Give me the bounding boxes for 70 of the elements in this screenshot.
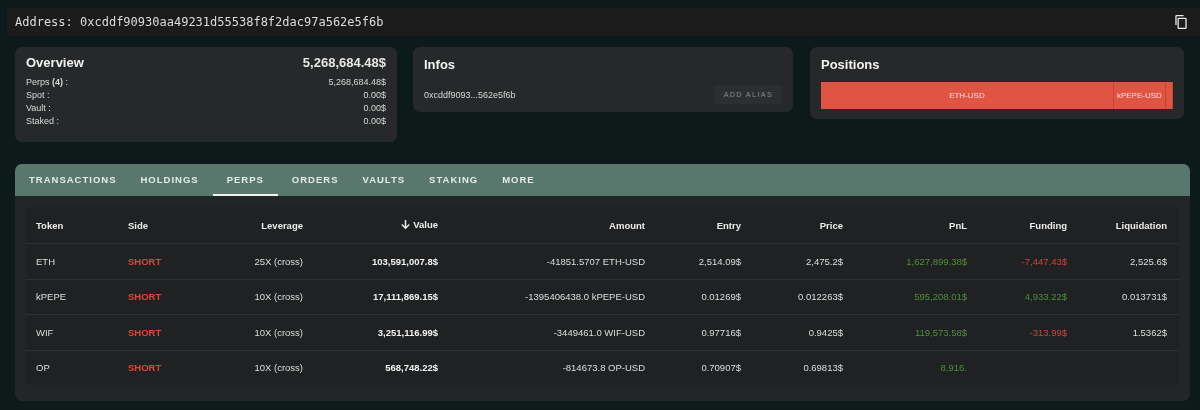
row-label: Perps (4) : bbox=[26, 76, 69, 89]
column-header[interactable]: Funding bbox=[1029, 219, 1067, 231]
table-cell: -1395406438.0 kPEPE-USD bbox=[525, 291, 645, 303]
row-value: 0.00$ bbox=[363, 89, 386, 102]
column-header[interactable]: Token bbox=[36, 219, 64, 231]
column-header[interactable]: Liquidation bbox=[1115, 219, 1167, 231]
table-cell: 595,208.01$ bbox=[914, 291, 967, 303]
tab[interactable]: STAKING bbox=[419, 164, 489, 196]
table-cell: 1,627,899.38$ bbox=[906, 255, 967, 267]
card-title: Positions bbox=[821, 57, 880, 72]
table-cell: 0.69813$ bbox=[803, 362, 843, 374]
table-cell: SHORT bbox=[128, 326, 162, 338]
card-title: Overview bbox=[26, 55, 84, 70]
table-cell: -7,447.43$ bbox=[1021, 255, 1067, 267]
tab[interactable]: TRANSACTIONS bbox=[19, 164, 127, 196]
table-cell: 0.013731$ bbox=[1122, 291, 1167, 303]
tab[interactable]: MORE bbox=[492, 164, 545, 196]
table-cell: -814673.8 OP-USD bbox=[562, 362, 645, 374]
table-cell: 25X (cross) bbox=[254, 255, 303, 267]
tab[interactable]: VAULTS bbox=[352, 164, 416, 196]
total-value: 5,268,684.48$ bbox=[302, 55, 386, 70]
table-cell: ETH bbox=[36, 255, 55, 267]
table-cell: 3,251,116.99$ bbox=[377, 326, 438, 338]
table-cell: 1.5362$ bbox=[1132, 326, 1167, 338]
table-cell: 2,525.6$ bbox=[1130, 255, 1167, 267]
table-cell: 10X (cross) bbox=[254, 362, 303, 374]
copy-icon[interactable] bbox=[1174, 14, 1188, 30]
column-header[interactable]: Leverage bbox=[261, 219, 303, 231]
table-cell: 10X (cross) bbox=[254, 326, 303, 338]
table-cell: -41851.5707 ETH-USD bbox=[546, 255, 645, 267]
table-cell: 0.01269$ bbox=[701, 291, 741, 303]
column-header[interactable]: Entry bbox=[716, 219, 741, 231]
table-cell: 0.97716$ bbox=[701, 326, 741, 338]
table-cell: 10X (cross) bbox=[254, 291, 303, 303]
tab[interactable]: ORDERS bbox=[281, 164, 349, 196]
short-address: 0xcddf9093...562e5f6b bbox=[424, 89, 516, 100]
row-label: Vault : bbox=[26, 102, 51, 115]
address-text: Address: 0xcddf90930aa49231d55538f8f2dac97a562e5f6b bbox=[15, 15, 384, 29]
table-cell: kPEPE bbox=[36, 291, 67, 303]
table-cell: 8,916. bbox=[940, 362, 967, 374]
table-cell: -3449461.0 WIF-USD bbox=[553, 326, 645, 338]
row-label: Spot : bbox=[26, 89, 50, 102]
table-cell: 17,111,869.15$ bbox=[373, 291, 438, 303]
table-cell: 0.012263$ bbox=[798, 291, 843, 303]
table-cell: 4,933.22$ bbox=[1024, 291, 1067, 303]
card-title: Infos bbox=[424, 57, 456, 72]
column-header[interactable]: PnL bbox=[949, 219, 967, 231]
column-header[interactable]: Price bbox=[819, 219, 843, 231]
row-value: 0.00$ bbox=[363, 115, 386, 128]
column-header[interactable]: Value bbox=[400, 218, 438, 230]
table-cell: 0.70907$ bbox=[701, 362, 741, 374]
table-cell: OP bbox=[36, 362, 50, 374]
table-cell: SHORT bbox=[128, 291, 162, 303]
tab[interactable]: HOLDINGS bbox=[130, 164, 209, 196]
table-cell: SHORT bbox=[128, 255, 162, 267]
table-cell: SHORT bbox=[128, 362, 162, 374]
table-cell: 568,748.22$ bbox=[385, 362, 438, 374]
table-cell: 0.9425$ bbox=[808, 326, 843, 338]
column-header[interactable]: Side bbox=[128, 219, 149, 231]
table-cell: 119,573.58$ bbox=[914, 326, 967, 338]
table-cell: WIF bbox=[36, 326, 54, 338]
table-cell: 103,591,007.8$ bbox=[371, 255, 438, 267]
row-label: Staked : bbox=[26, 115, 60, 128]
table-cell: 2,514.09$ bbox=[698, 255, 741, 267]
column-header[interactable]: Amount bbox=[609, 219, 645, 231]
tab[interactable]: PERPS bbox=[212, 164, 278, 196]
row-value: 5,268,684.48$ bbox=[328, 76, 386, 89]
table-cell: -313.99$ bbox=[1029, 326, 1067, 338]
row-value: 0.00$ bbox=[363, 102, 386, 115]
table-cell: 2,475.2$ bbox=[806, 255, 843, 267]
